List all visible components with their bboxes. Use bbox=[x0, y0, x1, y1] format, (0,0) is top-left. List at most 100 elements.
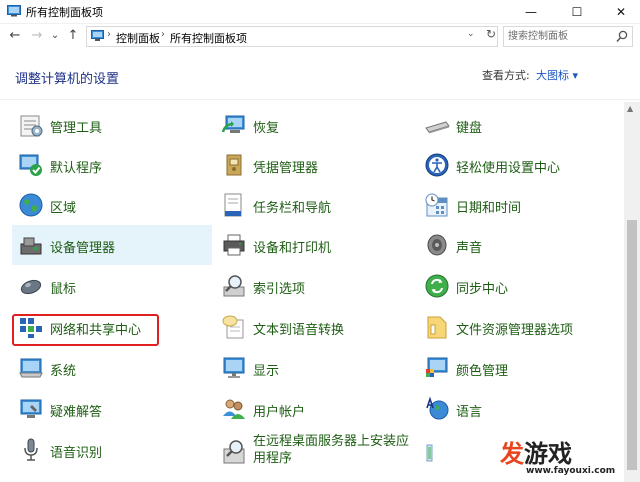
item-text-to-speech[interactable]: 文本到语音转换 bbox=[215, 307, 415, 347]
item-label: 文本到语音转换 bbox=[253, 323, 345, 338]
window-title: 所有控制面板项 bbox=[26, 6, 103, 19]
scroll-up-icon[interactable]: ▲ bbox=[627, 104, 633, 113]
page-title: 调整计算机的设置 bbox=[15, 72, 120, 87]
breadcrumb-control-panel[interactable]: 控制面板 bbox=[116, 30, 160, 46]
content-header: 调整计算机的设置 查看方式: 大图标 ▾ bbox=[0, 52, 640, 100]
item-label: 文件资源管理器选项 bbox=[456, 323, 574, 338]
view-by-dropdown[interactable]: 大图标 ▾ bbox=[536, 67, 578, 83]
item-label: 同步中心 bbox=[456, 282, 509, 297]
item-recovery[interactable]: 恢复 bbox=[215, 105, 415, 145]
view-by-label: 查看方式: bbox=[482, 69, 530, 82]
partial-item-icon bbox=[426, 444, 433, 462]
address-bar[interactable]: › 控制面板 › 所有控制面板项 ⌄ bbox=[86, 26, 498, 47]
item-date-time[interactable]: 日期和时间 bbox=[418, 185, 618, 225]
credential-manager-icon bbox=[226, 154, 242, 176]
mouse-icon bbox=[20, 279, 42, 295]
breadcrumb-separator: › bbox=[107, 29, 111, 40]
refresh-button[interactable]: ↻ bbox=[484, 27, 498, 45]
back-button[interactable]: ← bbox=[6, 26, 24, 46]
watermark-url: www.fayouxi.com bbox=[526, 466, 616, 476]
watermark-fa: 发 bbox=[500, 440, 524, 468]
item-device-manager[interactable]: 设备管理器 bbox=[12, 225, 212, 265]
recovery-icon bbox=[221, 115, 245, 133]
date-time-icon bbox=[425, 193, 448, 217]
item-troubleshooting[interactable]: 疑难解答 bbox=[12, 389, 212, 429]
item-user-accounts[interactable]: 用户帐户 bbox=[215, 389, 415, 429]
keyboard-icon bbox=[425, 121, 450, 134]
item-label: 日期和时间 bbox=[456, 201, 522, 216]
search-icon[interactable] bbox=[616, 30, 628, 43]
indexing-icon bbox=[223, 275, 245, 297]
printer-icon bbox=[223, 234, 245, 256]
item-ease-of-access[interactable]: 轻松使用设置中心 bbox=[418, 145, 618, 185]
item-label: 系统 bbox=[50, 364, 77, 379]
breadcrumb-all-items[interactable]: 所有控制面板项 bbox=[170, 30, 247, 46]
address-dropdown-icon[interactable]: ⌄ bbox=[467, 29, 475, 39]
item-sync-center[interactable]: 同步中心 bbox=[418, 266, 618, 306]
item-label: 显示 bbox=[253, 364, 280, 379]
item-label: 设备和打印机 bbox=[253, 241, 332, 256]
item-label: 键盘 bbox=[456, 121, 483, 136]
item-label: 轻松使用设置中心 bbox=[456, 161, 561, 176]
folder-options-icon bbox=[427, 316, 447, 339]
color-management-icon bbox=[426, 357, 448, 377]
item-label: 默认程序 bbox=[50, 161, 103, 176]
microphone-icon bbox=[24, 438, 38, 461]
recent-locations-button[interactable]: ⌄ bbox=[46, 26, 64, 46]
search-input[interactable] bbox=[508, 29, 612, 44]
item-credential-manager[interactable]: 凭据管理器 bbox=[215, 145, 415, 185]
region-globe-icon bbox=[19, 193, 43, 217]
watermark-text: 发游戏 bbox=[500, 434, 572, 469]
item-color-management[interactable]: 颜色管理 bbox=[418, 348, 618, 388]
breadcrumb-separator: › bbox=[161, 29, 165, 40]
maximize-button[interactable]: ☐ bbox=[554, 0, 600, 24]
device-manager-icon bbox=[20, 237, 42, 255]
item-indexing-options[interactable]: 索引选项 bbox=[215, 266, 415, 306]
title-bar: 所有控制面板项 — ☐ ✕ bbox=[0, 0, 640, 24]
item-display[interactable]: 显示 bbox=[215, 348, 415, 388]
vertical-scrollbar[interactable]: ▲ bbox=[624, 102, 640, 482]
forward-button[interactable]: → bbox=[28, 26, 46, 46]
remote-install-icon bbox=[223, 440, 245, 464]
item-devices-printers[interactable]: 设备和打印机 bbox=[215, 225, 415, 265]
item-keyboard[interactable]: 键盘 bbox=[418, 105, 618, 145]
item-language[interactable]: 语言 bbox=[418, 389, 618, 429]
sync-icon bbox=[425, 274, 449, 298]
item-label: 颜色管理 bbox=[456, 364, 509, 379]
item-label: 恢复 bbox=[253, 121, 280, 136]
item-label: 管理工具 bbox=[50, 121, 103, 136]
taskbar-icon bbox=[224, 193, 242, 217]
system-icon bbox=[19, 358, 43, 378]
watermark-logo: 发游戏 www.fayouxi.com bbox=[500, 432, 630, 478]
text-to-speech-icon bbox=[222, 315, 244, 339]
item-label: 在远程桌面服务器上安装应用程序 bbox=[253, 434, 410, 466]
item-label: 语言 bbox=[456, 405, 483, 420]
search-box[interactable] bbox=[503, 26, 633, 47]
control-panel-items: 管理工具 恢复 键盘 默认程序 凭据管理器 轻松使用设置中心 区域 任务栏和导航… bbox=[0, 102, 624, 482]
item-label: 索引选项 bbox=[253, 282, 306, 297]
up-button[interactable]: ↑ bbox=[64, 26, 82, 46]
item-default-programs[interactable]: 默认程序 bbox=[12, 145, 212, 185]
watermark-rest: 游戏 bbox=[524, 440, 572, 468]
item-label: 疑难解答 bbox=[50, 405, 103, 420]
control-panel-app-icon bbox=[7, 5, 21, 17]
item-speech-recognition[interactable]: 语音识别 bbox=[12, 430, 212, 470]
item-label: 区域 bbox=[50, 201, 77, 216]
minimize-button[interactable]: — bbox=[508, 0, 554, 24]
user-accounts-icon bbox=[223, 399, 245, 419]
item-mouse[interactable]: 鼠标 bbox=[12, 266, 212, 306]
ease-of-access-icon bbox=[425, 153, 449, 177]
item-admin-tools[interactable]: 管理工具 bbox=[12, 105, 212, 145]
default-programs-icon bbox=[19, 154, 42, 176]
display-icon bbox=[223, 357, 245, 378]
item-taskbar-navigation[interactable]: 任务栏和导航 bbox=[215, 185, 415, 225]
close-button[interactable]: ✕ bbox=[598, 0, 640, 24]
item-sound[interactable]: 声音 bbox=[418, 225, 618, 265]
item-region[interactable]: 区域 bbox=[12, 185, 212, 225]
item-system[interactable]: 系统 bbox=[12, 348, 212, 388]
item-remote-desktop-install[interactable]: 在远程桌面服务器上安装应用程序 bbox=[215, 430, 420, 474]
item-label: 凭据管理器 bbox=[253, 161, 319, 176]
item-label: 用户帐户 bbox=[253, 405, 306, 420]
highlight-annotation-box bbox=[12, 314, 159, 346]
item-file-explorer-options[interactable]: 文件资源管理器选项 bbox=[418, 307, 618, 347]
